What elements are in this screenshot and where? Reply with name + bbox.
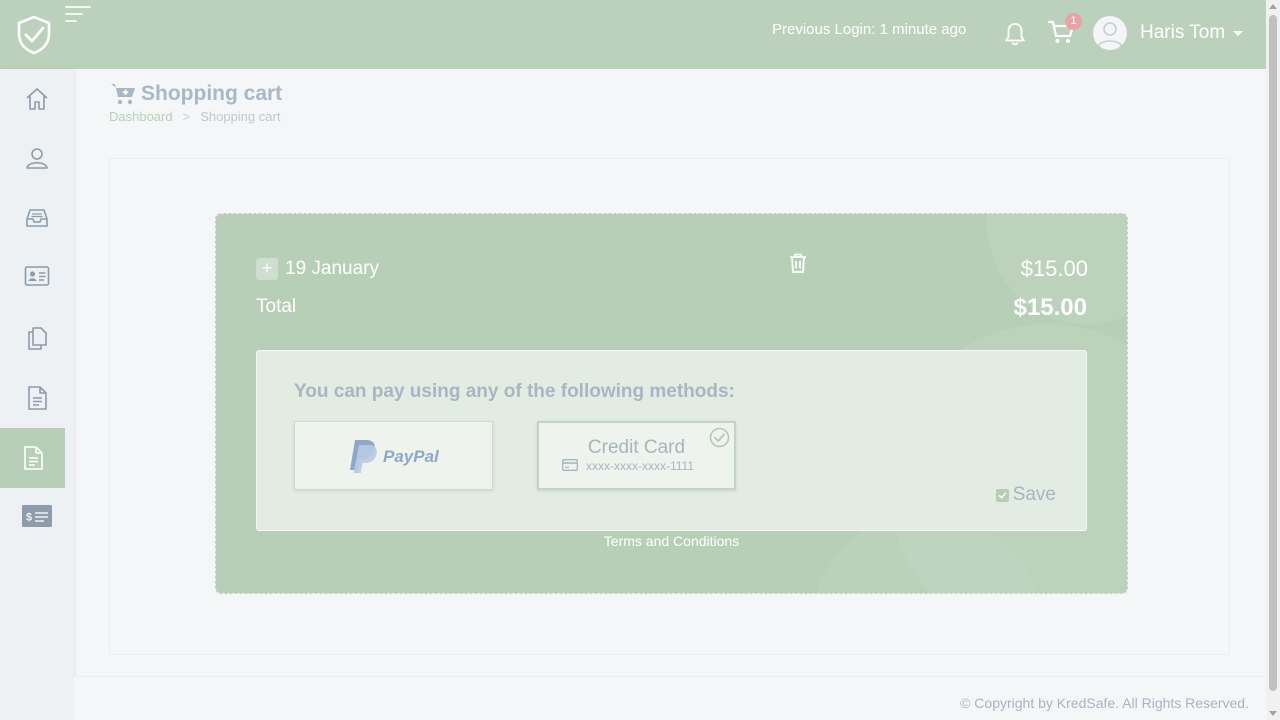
breadcrumb-current: Shopping cart (200, 109, 281, 124)
money-icon: $ (22, 505, 52, 527)
sidebar: $ (0, 69, 74, 720)
paypal-logo-icon: PayPal (349, 439, 440, 473)
previous-login-text: Previous Login: 1 minute ago (772, 21, 967, 38)
sidebar-item-billing[interactable]: $ (0, 486, 74, 546)
payment-heading: You can pay using any of the following m… (294, 381, 735, 402)
document-active-icon (23, 446, 43, 470)
sidebar-item-home[interactable] (0, 69, 74, 129)
terms-and-conditions-link[interactable]: Terms and Conditions (216, 533, 1127, 549)
top-bar: Previous Login: 1 minute ago 1 Haris Tom (0, 0, 1266, 69)
user-name: Haris Tom (1140, 22, 1226, 43)
sidebar-item-cart-active[interactable] (0, 428, 65, 488)
sidebar-item-id-card[interactable] (0, 246, 74, 306)
cart-count-badge: 1 (1065, 13, 1082, 30)
document-icon (28, 386, 47, 410)
id-card-icon (24, 266, 50, 286)
page-title: Shopping cart (110, 80, 282, 108)
cart-item-price: $15.00 (1020, 256, 1088, 281)
breadcrumb: Dashboard > Shopping cart (109, 109, 280, 124)
scroll-up-arrow-icon[interactable] (1269, 4, 1277, 9)
avatar (1093, 16, 1127, 50)
home-icon (26, 88, 48, 110)
credit-card-title: Credit Card (587, 437, 686, 458)
credit-card-option[interactable]: Credit Card xxxx-xxxx-xxxx-1111 (537, 421, 736, 490)
sidebar-item-documents[interactable] (0, 308, 74, 368)
user-avatar-icon (1097, 22, 1123, 48)
bell-icon[interactable] (1004, 22, 1026, 46)
paypal-option[interactable]: PayPal (294, 421, 493, 490)
total-value: $15.00 (1013, 294, 1087, 321)
save-checkbox[interactable]: Save (995, 484, 1056, 506)
sidebar-item-profile[interactable] (0, 128, 74, 188)
cart-plus-icon (111, 84, 135, 105)
breadcrumb-separator: > (182, 109, 191, 124)
paypal-label: PayPal (383, 447, 440, 466)
shield-logo-icon[interactable] (16, 15, 52, 55)
vertical-scrollbar[interactable] (1266, 0, 1280, 720)
cart-item-row: + 19 January $15.00 (256, 253, 1088, 281)
expand-item-button[interactable]: + (256, 258, 278, 280)
inbox-icon (26, 209, 48, 227)
save-label: Save (1012, 484, 1056, 505)
credit-card-number: xxxx-xxxx-xxxx-1111 (586, 459, 695, 473)
sidebar-item-reports[interactable] (0, 368, 74, 428)
breadcrumb-dashboard-link[interactable]: Dashboard (109, 109, 173, 124)
cart-card: + 19 January $15.00 Total $15.00 You can… (215, 213, 1128, 594)
check-circle-icon (709, 427, 730, 448)
sidebar-item-inbox[interactable] (0, 188, 74, 248)
page-title-text: Shopping cart (141, 82, 283, 105)
credit-card-icon (562, 459, 578, 471)
svg-text:$: $ (26, 512, 32, 524)
checkbox-checked-icon (995, 488, 1009, 502)
copy-icon (28, 327, 47, 350)
total-label: Total (256, 296, 297, 317)
copyright-text: © Copyright by KredSafe. All Rights Rese… (960, 695, 1249, 711)
trash-icon[interactable] (788, 252, 808, 274)
menu-toggle-icon[interactable] (65, 6, 93, 26)
chevron-down-icon (1233, 30, 1244, 36)
cart-item-date: 19 January (285, 258, 380, 279)
footer: © Copyright by KredSafe. All Rights Rese… (74, 676, 1266, 720)
user-menu[interactable]: Haris Tom (1093, 16, 1244, 50)
scroll-down-arrow-icon[interactable] (1269, 711, 1277, 716)
payment-methods-box: You can pay using any of the following m… (256, 350, 1087, 531)
scrollbar-thumb[interactable] (1269, 15, 1277, 691)
user-icon (26, 148, 48, 169)
